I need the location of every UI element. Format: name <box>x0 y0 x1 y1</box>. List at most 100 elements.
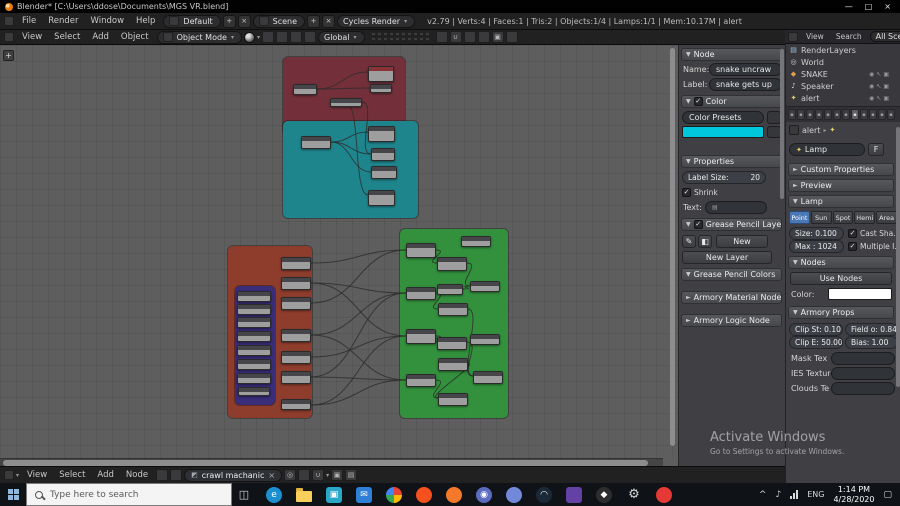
outliner-item-world[interactable]: ◎ World <box>786 56 900 68</box>
layers-widget[interactable] <box>370 32 430 42</box>
editor-type-icon[interactable] <box>4 32 14 42</box>
outliner-item-speaker[interactable]: ♪ Speaker ◉ ↖ ▣ <box>786 80 900 92</box>
graph-node[interactable] <box>371 148 395 161</box>
menu-help[interactable]: Help <box>130 16 161 26</box>
visibility-icon[interactable]: ◉ <box>869 83 874 90</box>
graph-node[interactable] <box>237 317 271 328</box>
panel-expand-icon[interactable]: ▼ <box>686 98 691 105</box>
selectability-icon[interactable]: ↖ <box>876 71 881 78</box>
gp-new-layer-button[interactable]: New Layer <box>682 251 772 264</box>
gp-draw-icon[interactable]: ✎ <box>682 235 696 248</box>
properties-tab-scene[interactable]: ▪ <box>806 109 814 120</box>
gp-erase-icon[interactable]: ◧ <box>698 235 712 248</box>
paste-nodes-icon[interactable]: ▤ <box>345 469 358 481</box>
panel-armory-logic-node[interactable]: ► Armory Logic Node <box>681 314 782 327</box>
graph-node[interactable] <box>437 257 467 271</box>
snap-element-icon[interactable] <box>463 31 476 43</box>
add-scene-button[interactable]: + <box>307 14 321 28</box>
graph-node[interactable] <box>368 126 395 142</box>
graph-node[interactable] <box>281 371 311 384</box>
outliner-menu-view[interactable]: View <box>800 32 830 41</box>
use-nodes-button[interactable]: Use Nodes <box>790 272 892 285</box>
panel-expand-icon[interactable]: ▼ <box>793 309 798 316</box>
graph-node[interactable] <box>437 284 463 295</box>
panel-color[interactable]: ▼ ✓ Color <box>681 95 782 108</box>
pin-icon[interactable]: ◎ <box>284 469 297 481</box>
field-of-view-slider[interactable]: Field o: 0.84 <box>845 323 898 336</box>
graph-node[interactable] <box>470 281 500 292</box>
ies-texture-field[interactable] <box>831 367 895 380</box>
manipulator-rotate-icon[interactable] <box>290 31 302 43</box>
action-center-icon[interactable]: ▢ <box>883 490 892 500</box>
task-view-button[interactable]: ◫ <box>232 483 256 506</box>
lamp-type-area[interactable]: Area <box>876 211 897 224</box>
color-presets-dropdown[interactable]: Color Presets <box>682 111 764 124</box>
opera-icon[interactable] <box>654 483 674 506</box>
unlink-icon[interactable]: × <box>268 471 275 480</box>
clouds-tex-field[interactable] <box>831 382 895 395</box>
graph-node[interactable] <box>437 337 467 350</box>
graph-node[interactable] <box>238 387 270 396</box>
properties-tab-material[interactable]: ▪ <box>860 109 868 120</box>
vertical-scrollbar[interactable] <box>670 48 675 446</box>
editor-type-icon[interactable] <box>788 31 798 42</box>
graph-node[interactable] <box>470 334 500 345</box>
datablock-name-field[interactable]: ✦ Lamp <box>789 143 865 156</box>
discord-icon[interactable] <box>504 483 524 506</box>
menu-select[interactable]: Select <box>48 32 86 42</box>
node-label-field[interactable]: snake gets up <box>709 78 782 91</box>
lamp-type-point[interactable]: Point <box>789 211 810 224</box>
menu-add[interactable]: Add <box>86 32 114 42</box>
properties-tab-constraints[interactable]: ▪ <box>833 109 841 120</box>
blender-icon[interactable] <box>444 483 464 506</box>
close-button[interactable]: × <box>884 2 891 11</box>
selectability-icon[interactable]: ↖ <box>876 95 881 102</box>
multiple-importance-checkbox[interactable]: ✓ <box>848 242 857 251</box>
shader-type-icon[interactable] <box>156 469 169 481</box>
brave-icon[interactable] <box>414 483 434 506</box>
graph-node[interactable] <box>237 345 271 356</box>
graph-node[interactable] <box>281 329 311 342</box>
menu-file[interactable]: File <box>16 16 42 26</box>
graph-node[interactable] <box>330 98 362 107</box>
panel-expand-icon[interactable]: ► <box>686 294 691 301</box>
minimize-button[interactable]: — <box>845 2 853 11</box>
graph-node[interactable] <box>438 358 468 371</box>
editor-type-icon[interactable] <box>4 16 14 26</box>
renderability-icon[interactable]: ▣ <box>883 71 889 78</box>
volume-icon[interactable]: ♪ <box>775 490 781 500</box>
panel-nodes[interactable]: ▼ Nodes <box>788 256 894 269</box>
lamp-color-swatch[interactable] <box>828 288 892 300</box>
node-name-field[interactable]: snake uncraw <box>709 63 782 76</box>
panel-grease-pencil-colors[interactable]: ▼ Grease Pencil Colors <box>681 268 782 281</box>
network-icon[interactable] <box>790 490 799 499</box>
graph-node[interactable] <box>281 257 311 270</box>
node-color-swatch[interactable] <box>682 126 764 138</box>
panel-armory-material-node[interactable]: ► Armory Material Node <box>681 291 782 304</box>
delete-layout-button[interactable]: × <box>237 14 251 28</box>
twitch-icon[interactable] <box>564 483 584 506</box>
panel-node[interactable]: ▼ Node <box>681 48 782 61</box>
panel-expand-icon[interactable]: ▼ <box>686 271 691 278</box>
panel-expand-icon[interactable]: ► <box>793 182 798 189</box>
selectability-icon[interactable]: ↖ <box>876 83 881 90</box>
color-sample-icon[interactable] <box>767 126 781 138</box>
menu-view[interactable]: View <box>16 32 48 42</box>
scene-selector[interactable]: Scene <box>252 14 306 28</box>
graph-node[interactable] <box>370 84 392 93</box>
render-engine-selector[interactable]: Cycles Render ▾ <box>337 14 416 28</box>
graph-node[interactable] <box>368 66 394 82</box>
lamp-size-slider[interactable]: Size: 0.100 <box>789 227 844 240</box>
node-tree-selector[interactable]: ◩ crawl machanic × <box>184 468 283 482</box>
node-editor-canvas[interactable] <box>0 45 678 458</box>
shrink-checkbox[interactable]: ✓ <box>682 188 691 197</box>
graph-node[interactable] <box>438 393 468 406</box>
graph-node[interactable] <box>371 166 397 179</box>
visibility-icon[interactable]: ◉ <box>869 71 874 78</box>
graph-node[interactable] <box>406 287 436 300</box>
panel-expand-icon[interactable]: ▼ <box>793 259 798 266</box>
gp-checkbox[interactable]: ✓ <box>693 220 703 229</box>
render-opengl-anim-icon[interactable] <box>505 31 518 43</box>
graph-node[interactable] <box>281 399 311 410</box>
manipulator-scale-icon[interactable] <box>304 31 316 43</box>
